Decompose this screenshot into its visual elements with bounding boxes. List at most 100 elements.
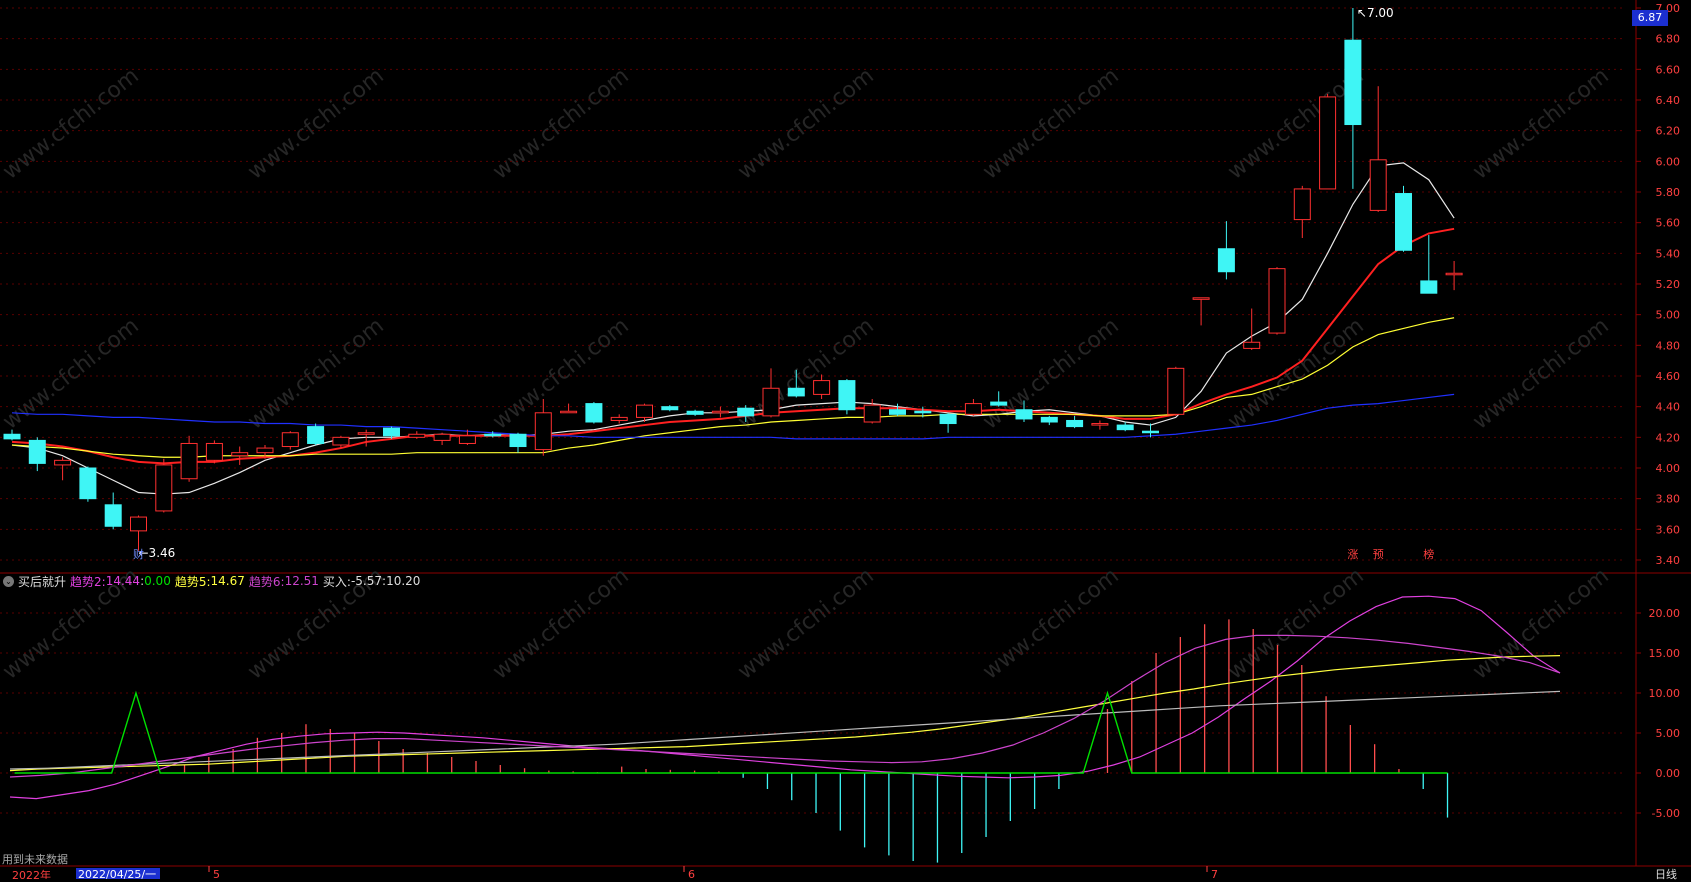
candle-body xyxy=(180,442,198,480)
watermark-text: www.cfchi.com xyxy=(733,563,878,684)
trend6-line xyxy=(9,634,1561,778)
indicator-tick-label: 20.00 xyxy=(1649,607,1681,620)
indicator-tick-label: 0.00 xyxy=(1656,767,1681,780)
indicator-tick-label: 5.00 xyxy=(1656,727,1681,740)
candle-body xyxy=(990,401,1008,406)
candle-body xyxy=(509,433,527,448)
candle-body xyxy=(28,439,46,464)
trend2-label: 趋势2: xyxy=(70,574,106,589)
candle-body xyxy=(383,427,400,437)
candle-body xyxy=(1395,193,1412,251)
watermark-text: www.cfchi.com xyxy=(1223,313,1368,434)
ma-line xyxy=(11,162,1455,495)
price-tick-label: 4.60 xyxy=(1656,370,1681,383)
trend-grey-line xyxy=(9,690,1561,770)
watermark-text: www.cfchi.com xyxy=(0,63,144,184)
watermark-text: www.cfchi.com xyxy=(1468,313,1613,434)
candle-body xyxy=(889,409,906,415)
price-tick-label: 4.00 xyxy=(1656,462,1681,475)
candle-body xyxy=(1217,248,1235,273)
watermark-text: www.cfchi.com xyxy=(733,63,878,184)
price-tick-label: 5.20 xyxy=(1656,278,1681,291)
collapse-icon[interactable]: ⌄ xyxy=(3,575,14,587)
trend5-label: 趋势5: xyxy=(174,574,211,589)
green-value: 0.00 xyxy=(144,574,171,588)
price-tick-label: 5.40 xyxy=(1656,247,1681,260)
candle-body xyxy=(1293,188,1311,221)
candle-body xyxy=(838,380,856,411)
price-tick-label: 6.60 xyxy=(1656,63,1681,76)
trend6-label: 趋势6: xyxy=(248,574,285,589)
watermark-text: www.cfchi.com xyxy=(733,313,878,434)
candle-body xyxy=(636,404,653,418)
candle-body xyxy=(762,387,780,417)
current-price-tag: 6.87 xyxy=(1632,10,1668,26)
price-tick-label: 3.40 xyxy=(1656,554,1681,567)
candle-body xyxy=(1167,367,1185,415)
ma-line xyxy=(11,317,1455,458)
candle-body xyxy=(560,410,578,414)
month-label: 7 xyxy=(1211,868,1218,879)
candle-body xyxy=(1066,419,1084,428)
trend5-line xyxy=(9,655,1561,772)
candle-body xyxy=(155,464,173,512)
low-price-label: ←3.46 xyxy=(139,546,176,560)
watermark-text: www.cfchi.com xyxy=(488,313,633,434)
period-button[interactable]: 日线 xyxy=(1655,866,1677,882)
watermark-text: www.cfchi.com xyxy=(488,63,633,184)
candle-body xyxy=(661,406,679,411)
watermark-text: www.cfchi.com xyxy=(243,63,388,184)
candle-body xyxy=(686,410,704,415)
price-tick-label: 6.40 xyxy=(1656,94,1681,107)
trend6-value: 12.51 xyxy=(284,574,319,588)
candle-body xyxy=(357,432,375,435)
indicator-name[interactable]: 买后就升 xyxy=(18,573,66,590)
candle-body xyxy=(307,426,325,444)
candle-body xyxy=(1420,280,1438,294)
trend5-value: 14.67 xyxy=(210,574,245,588)
price-tick-label: 5.80 xyxy=(1656,186,1681,199)
price-tick-label: 3.80 xyxy=(1656,493,1681,506)
candle-body xyxy=(484,433,502,437)
price-tick-label: 6.00 xyxy=(1656,155,1681,168)
candle-body xyxy=(1445,272,1463,276)
candle-body xyxy=(433,433,451,441)
event-marker: 预 xyxy=(1373,548,1384,561)
candle-body xyxy=(79,467,97,500)
candle-body xyxy=(939,413,957,425)
candle-body xyxy=(914,410,932,414)
candle-body xyxy=(813,380,831,395)
candle-body xyxy=(3,433,21,440)
future-data-note: 用到未来数据 xyxy=(2,853,68,866)
candle-body xyxy=(332,436,350,446)
watermark-text: www.cfchi.com xyxy=(0,313,144,434)
month-label: 5 xyxy=(213,868,220,879)
watermark-text: www.cfchi.com xyxy=(243,313,388,434)
candle-body xyxy=(256,447,274,454)
candle-body xyxy=(205,442,223,461)
watermark-text: www.cfchi.com xyxy=(488,563,633,684)
candle-body xyxy=(863,404,881,423)
event-marker: 涨 xyxy=(1347,548,1358,561)
candle-body xyxy=(231,452,249,457)
candle-body xyxy=(1040,416,1058,423)
price-tick-label: 4.20 xyxy=(1656,431,1681,444)
stock-chart[interactable]: www.cfchi.com www.cfchi.com www.cfchi.com w… xyxy=(0,0,1691,879)
candle-body xyxy=(1243,341,1261,349)
price-tick-label: 4.80 xyxy=(1656,339,1681,352)
price-tick-label: 3.60 xyxy=(1656,523,1681,536)
price-tick-label: 5.60 xyxy=(1656,217,1681,230)
cursor-date-label: 2022/04/25/一 xyxy=(78,868,156,879)
candle-body xyxy=(1192,297,1210,300)
event-marker: 财 xyxy=(133,547,144,561)
candle-body xyxy=(1268,268,1286,334)
event-marker: 榜 xyxy=(1423,547,1434,561)
indicator-tick-label: -5.00 xyxy=(1652,807,1680,820)
watermark-text: www.cfchi.com xyxy=(1468,63,1613,184)
candle-body xyxy=(281,432,299,448)
trend2-value: 14.44 xyxy=(105,574,141,588)
high-price-label: ↖7.00 xyxy=(1357,6,1394,20)
indicator-legend: ⌄ 买后就升 趋势2: 14.44 : 0.00 趋势5: 14.67 趋势6:… xyxy=(0,572,424,590)
candle-body xyxy=(711,410,729,414)
candle-body xyxy=(1142,430,1159,434)
